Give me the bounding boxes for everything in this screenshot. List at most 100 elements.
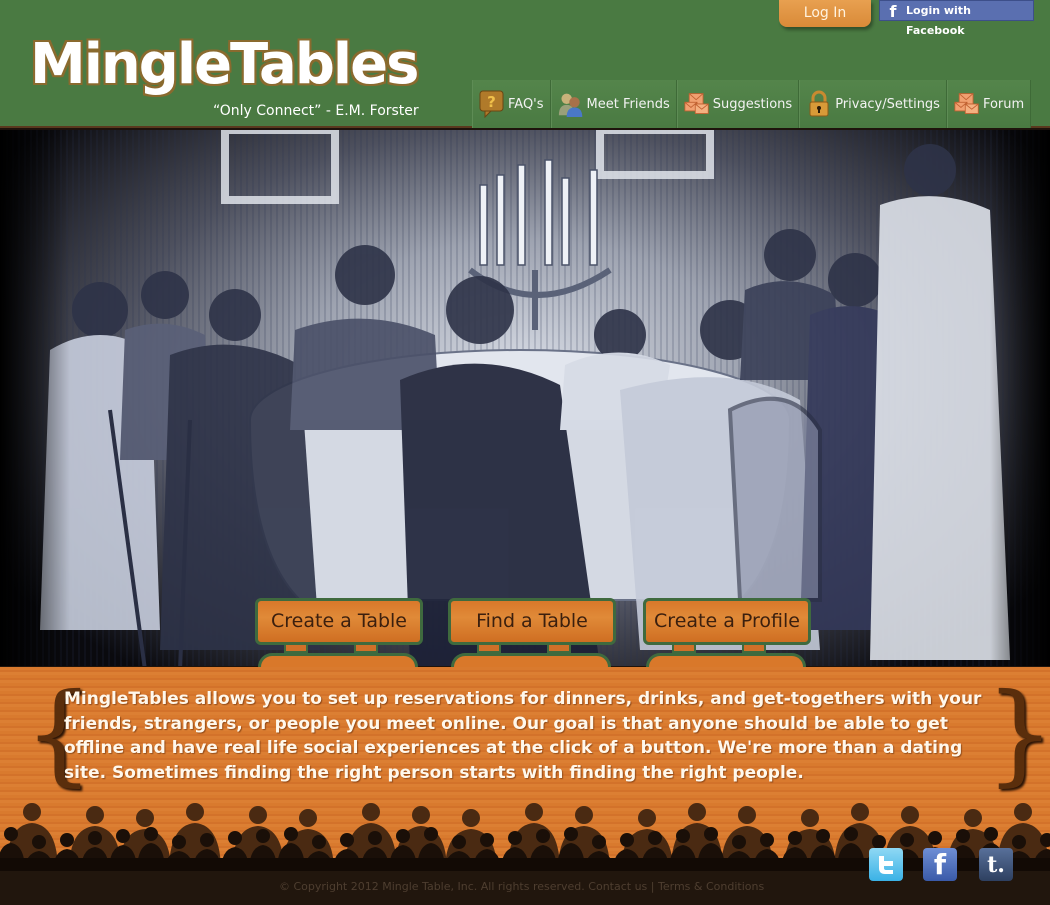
- facebook-icon: f: [933, 848, 947, 881]
- silhouette-head: [249, 806, 267, 824]
- dinner-party-engraving: [40, 130, 1010, 666]
- nav-label: FAQ's: [508, 96, 544, 112]
- twitter-icon: [879, 855, 893, 874]
- silhouette-head: [284, 827, 298, 841]
- nav-item-forum[interactable]: Forum: [946, 80, 1032, 128]
- silhouette-head: [312, 835, 326, 849]
- silhouette-head: [676, 829, 690, 843]
- silhouette-head: [900, 833, 914, 847]
- site-logo[interactable]: MingleTables: [30, 32, 419, 97]
- silhouette-head: [116, 829, 130, 843]
- facebook-share-button[interactable]: f: [923, 848, 957, 881]
- contact-us-link[interactable]: Contact us: [588, 880, 647, 893]
- facebook-login-button[interactable]: f Login with Facebook: [879, 0, 1034, 37]
- silhouette-head: [228, 831, 242, 845]
- silhouette-head: [575, 806, 593, 824]
- silhouette-head: [704, 827, 718, 841]
- silhouette-head: [508, 831, 522, 845]
- silhouette-head: [801, 809, 819, 827]
- button-leg: [672, 645, 696, 653]
- silhouette-head: [1012, 835, 1026, 849]
- silhouette-head: [638, 809, 656, 827]
- silhouette-head: [256, 829, 270, 843]
- silhouette-head: [299, 809, 317, 827]
- create-profile-button[interactable]: Create a Profile: [643, 598, 811, 645]
- nav-item-faqs[interactable]: ? FAQ's: [472, 80, 551, 128]
- nav-label: Suggestions: [712, 96, 793, 112]
- silhouette-head: [928, 831, 942, 845]
- people-icon: [558, 91, 584, 117]
- about-line: friends, strangers, or people you meet o…: [64, 713, 948, 734]
- button-base: [451, 653, 611, 667]
- copyright-text: © Copyright 2012 Mingle Table, Inc. All …: [279, 880, 585, 893]
- button-base: [646, 653, 806, 667]
- footer-separator: |: [650, 880, 655, 893]
- nav-label: Meet Friends: [586, 96, 670, 112]
- facebook-login-label: Login with Facebook: [906, 4, 971, 37]
- find-table-button[interactable]: Find a Table: [448, 598, 616, 645]
- nav-item-privacy-settings[interactable]: Privacy/Settings: [799, 80, 947, 128]
- nav-label: Forum: [982, 96, 1025, 112]
- about-line: offline and have real life social experi…: [64, 738, 963, 758]
- silhouette-head: [872, 835, 886, 849]
- silhouette-head: [480, 833, 494, 847]
- silhouette-head: [186, 803, 204, 821]
- silhouette-head: [844, 827, 858, 841]
- silhouette-head: [688, 803, 706, 821]
- silhouette-head: [816, 829, 830, 843]
- envelopes-icon: [954, 91, 980, 117]
- create-table-button[interactable]: Create a Table: [255, 598, 423, 645]
- copyright: © Copyright 2012 Mingle Table, Inc. All …: [279, 880, 764, 893]
- silhouette-head: [144, 827, 158, 841]
- silhouette-head: [412, 806, 430, 824]
- silhouette-head: [23, 803, 41, 821]
- twitter-button[interactable]: [869, 848, 903, 881]
- silhouette-head: [760, 833, 774, 847]
- main-nav: ? FAQ's Meet Friends Suggestions Privacy…: [472, 80, 1032, 128]
- button-leg: [477, 645, 501, 653]
- hero-fade-left: [0, 130, 70, 666]
- silhouette-head: [362, 803, 380, 821]
- silhouette-head: [525, 803, 543, 821]
- silhouette-head: [620, 833, 634, 847]
- tumblr-icon: t.: [987, 851, 1005, 878]
- silhouette-head: [732, 835, 746, 849]
- tumblr-button[interactable]: t.: [979, 848, 1013, 881]
- silhouette-head: [592, 835, 606, 849]
- silhouette-head: [32, 835, 46, 849]
- silhouette-head: [956, 829, 970, 843]
- login-button[interactable]: Log In: [779, 0, 871, 27]
- silhouette-head: [851, 803, 869, 821]
- silhouette-head: [200, 833, 214, 847]
- nav-item-meet-friends[interactable]: Meet Friends: [550, 80, 677, 128]
- silhouette-head: [424, 827, 438, 841]
- silhouette-head: [536, 829, 550, 843]
- silhouette-head: [984, 827, 998, 841]
- terms-link[interactable]: Terms & Conditions: [658, 880, 764, 893]
- nav-item-suggestions[interactable]: Suggestions: [676, 80, 800, 128]
- about-line: MingleTables allows you to set up reserv…: [64, 689, 982, 709]
- button-base: [258, 653, 418, 667]
- question-bubble-icon: ?: [479, 90, 505, 118]
- envelopes-icon: [684, 91, 710, 117]
- silhouette-head: [136, 809, 154, 827]
- silhouette-head: [462, 809, 480, 827]
- site-header: MingleTables “Only Connect” - E.M. Forst…: [0, 0, 1050, 128]
- about-line: site. Sometimes finding the right person…: [64, 762, 804, 783]
- silhouette-head: [901, 806, 919, 824]
- padlock-icon: [806, 90, 832, 117]
- silhouette-head: [172, 835, 186, 849]
- facebook-icon: f: [889, 2, 897, 21]
- silhouette-head: [340, 833, 354, 847]
- button-leg: [354, 645, 378, 653]
- tagline: “Only Connect” - E.M. Forster: [213, 103, 419, 119]
- button-leg: [547, 645, 571, 653]
- silhouette-head: [86, 806, 104, 824]
- silhouette-head: [396, 829, 410, 843]
- silhouette-head: [368, 831, 382, 845]
- hero-image: [0, 130, 1050, 666]
- nav-label: Privacy/Settings: [835, 96, 940, 112]
- silhouette-head: [564, 827, 578, 841]
- about-text: MingleTables allows you to set up reserv…: [64, 687, 999, 785]
- silhouette-head: [452, 835, 466, 849]
